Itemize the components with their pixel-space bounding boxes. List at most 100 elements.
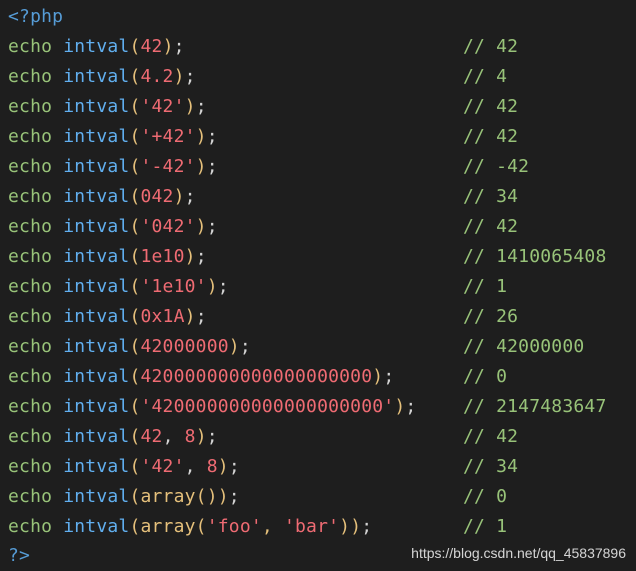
function-name: intval	[63, 306, 130, 327]
argument: '42'	[140, 96, 185, 117]
semicolon: ;	[173, 36, 185, 57]
semicolon: ;	[405, 396, 417, 417]
function-name: intval	[63, 36, 130, 57]
argument: '42'	[140, 456, 185, 477]
php-open-tag: <?php	[8, 6, 64, 27]
close-paren: )	[162, 36, 174, 57]
function-name: intval	[63, 516, 130, 537]
code-line: echo intval('1e10'); // 1	[8, 272, 507, 302]
code-line: echo intval(420000000000000000000); // 0	[8, 362, 507, 392]
code-line: echo intval('+42'); // 42	[8, 122, 518, 152]
result-comment: // 1410065408	[463, 246, 607, 267]
open-paren: (	[129, 426, 141, 447]
function-name: intval	[63, 276, 130, 297]
close-paren: )	[350, 516, 362, 537]
result-comment: // 26	[463, 306, 519, 327]
close-paren: )	[372, 366, 384, 387]
echo-keyword: echo	[8, 216, 53, 237]
open-paren: (	[129, 516, 141, 537]
echo-keyword: echo	[8, 246, 53, 267]
argument: 1e10	[140, 246, 185, 267]
echo-keyword: echo	[8, 426, 53, 447]
code-line: echo intval('-42'); // -42	[8, 152, 529, 182]
close-paren: )	[228, 336, 240, 357]
semicolon: ;	[206, 156, 218, 177]
result-comment: // 42	[463, 126, 519, 147]
open-paren: (	[129, 216, 141, 237]
result-comment: // 2147483647	[463, 396, 607, 417]
argument: '-42'	[140, 156, 196, 177]
close-paren: )	[184, 246, 196, 267]
code-editor[interactable]: <?php echo intval(42);// 42 echo intval(4…	[0, 0, 636, 567]
argument: 420000000000000000000	[140, 366, 373, 387]
function-name: intval	[63, 96, 130, 117]
argument: array('foo', 'bar')	[140, 516, 351, 537]
function-name: intval	[63, 396, 130, 417]
code-line: echo intval('042'); // 42	[8, 212, 518, 242]
separator: ,	[162, 426, 185, 447]
result-comment: // 0	[463, 486, 508, 507]
semicolon: ;	[228, 456, 240, 477]
function-name: intval	[63, 186, 130, 207]
argument-base: 8	[184, 426, 196, 447]
result-comment: // 1	[463, 276, 508, 297]
close-paren: )	[173, 186, 185, 207]
code-line: echo intval('420000000000000000000'); // …	[8, 392, 606, 422]
open-paren: (	[129, 36, 141, 57]
function-name: intval	[63, 336, 130, 357]
echo-keyword: echo	[8, 126, 53, 147]
result-comment: // 42000000	[463, 336, 585, 357]
function-name: intval	[63, 486, 130, 507]
code-line: echo intval(4.2); // 4	[8, 62, 507, 92]
open-paren: (	[129, 96, 141, 117]
open-paren: (	[129, 156, 141, 177]
echo-keyword: echo	[8, 456, 53, 477]
open-paren: (	[129, 306, 141, 327]
argument: '420000000000000000000'	[140, 396, 395, 417]
close-paren: )	[184, 306, 196, 327]
close-paren: )	[195, 216, 207, 237]
function-name: intval	[63, 246, 130, 267]
open-paren: (	[129, 126, 141, 147]
echo-keyword: echo	[8, 306, 53, 327]
echo-keyword: echo	[8, 516, 53, 537]
argument: array()	[140, 486, 218, 507]
echo-keyword: echo	[8, 156, 53, 177]
result-comment: // 0	[463, 366, 508, 387]
function-name: intval	[63, 156, 130, 177]
semicolon: ;	[195, 306, 207, 327]
close-paren: )	[195, 156, 207, 177]
result-comment: // 42	[463, 36, 519, 57]
echo-keyword: echo	[8, 96, 53, 117]
code-line: echo intval(42, 8); // 42	[8, 422, 518, 452]
result-comment: // 42	[463, 96, 519, 117]
semicolon: ;	[195, 96, 207, 117]
argument: '1e10'	[140, 276, 207, 297]
open-paren: (	[129, 186, 141, 207]
result-comment: // 1	[463, 516, 508, 537]
echo-keyword: echo	[8, 396, 53, 417]
code-line: echo intval(0x1A); // 26	[8, 302, 518, 332]
result-comment: // 4	[463, 66, 508, 87]
separator: ,	[184, 456, 207, 477]
semicolon: ;	[217, 276, 229, 297]
argument: 42000000	[140, 336, 229, 357]
close-paren: )	[206, 276, 218, 297]
open-paren: (	[129, 336, 141, 357]
open-paren: (	[129, 66, 141, 87]
function-name: intval	[63, 216, 130, 237]
open-paren: (	[129, 456, 141, 477]
open-paren: (	[129, 366, 141, 387]
